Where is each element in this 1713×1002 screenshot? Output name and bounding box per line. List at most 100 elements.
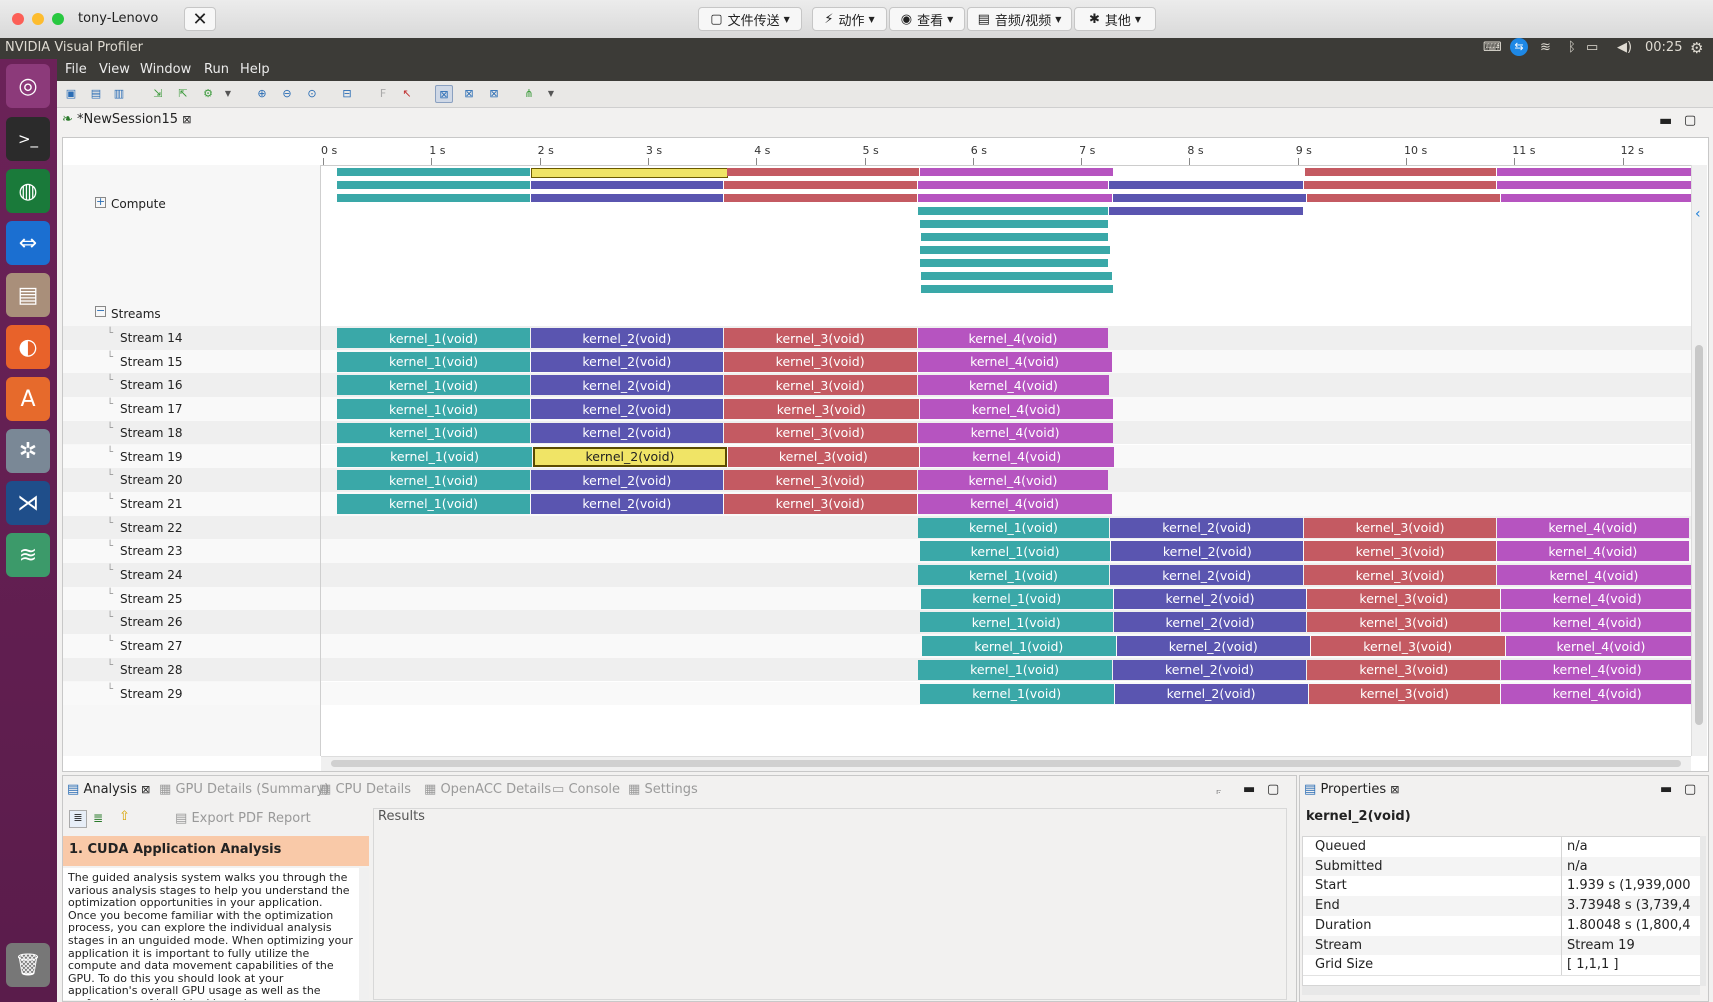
other-button[interactable]: ✱ 其他 ▼ <box>1074 7 1156 31</box>
unguided-mode-icon[interactable]: ≣ <box>93 811 103 825</box>
stream-row-label[interactable]: └ Stream 14 <box>63 326 320 350</box>
maximize-panel-button[interactable]: ▢ <box>1267 782 1279 797</box>
vscode-icon[interactable]: ⋊ <box>6 481 50 525</box>
chevron-down-icon[interactable]: ▼ <box>543 85 559 101</box>
kernel-bar[interactable]: kernel_1(void) <box>337 351 530 372</box>
save-icon[interactable]: ▤ <box>88 85 104 101</box>
tab-cpu-details[interactable]: ▦ CPU Details <box>319 782 411 797</box>
time-ruler[interactable]: 0 s 1 s 2 s 3 s 4 s 5 s 6 s 7 s 8 s 9 s 10 s 11 s 12… <box>321 138 1691 166</box>
analysis-section-title[interactable]: 1. CUDA Application Analysis <box>63 836 369 866</box>
kernel-bar[interactable]: kernel_4(void) <box>917 375 1110 396</box>
compute-kernel-bar[interactable] <box>726 168 919 176</box>
volume-icon[interactable]: ◀) <box>1617 40 1632 55</box>
kernel-bar[interactable]: kernel_3(void) <box>1307 588 1501 609</box>
actions-button[interactable]: ⚡ 动作 ▼ <box>812 7 887 31</box>
compute-kernel-bar[interactable] <box>917 181 1109 189</box>
up-arrow-icon[interactable]: ⇧ <box>119 809 130 824</box>
compute-kernel-bar[interactable] <box>1112 194 1307 202</box>
compute-kernel-bar[interactable] <box>723 181 917 189</box>
zoom-fit-icon[interactable]: ⊙ <box>304 85 320 101</box>
expand-icon[interactable]: + <box>95 196 106 208</box>
stream-row-label[interactable]: └ Stream 18 <box>63 420 320 445</box>
compute-kernel-bar[interactable] <box>917 194 1112 202</box>
ubuntu-dash-icon[interactable]: ◎ <box>6 64 50 108</box>
stream-row-label[interactable]: └ Stream 27 <box>63 634 320 658</box>
kernel-bar[interactable]: kernel_1(void) <box>337 493 530 514</box>
timeline-tracks[interactable]: kernel_1(void) kernel_2(void) kernel_3(voi… <box>321 165 1691 756</box>
export-icon[interactable]: ⇱ <box>175 85 191 101</box>
kernel-bar[interactable]: kernel_1(void) <box>337 375 530 396</box>
timeline-mode3-icon[interactable]: ⊠ <box>486 85 502 101</box>
maximize-panel-button[interactable]: ▢ <box>1684 782 1696 797</box>
compute-kernel-bar[interactable] <box>1109 207 1304 215</box>
stream-row-label[interactable]: └ Stream 24 <box>63 563 320 587</box>
kernel-bar[interactable]: kernel_4(void) <box>919 399 1113 420</box>
timeline-mode-icon[interactable]: ⊠ <box>435 85 453 103</box>
kernel-bar[interactable]: kernel_2(void) <box>530 351 723 372</box>
trash-icon[interactable]: 🗑 <box>6 943 50 987</box>
run-profile-icon[interactable]: ⚙ <box>200 85 216 101</box>
software-center-icon[interactable]: A <box>6 377 50 421</box>
kernel-bar[interactable]: kernel_4(void) <box>1501 683 1691 704</box>
compute-kernel-bar[interactable] <box>530 181 723 189</box>
property-row[interactable]: Duration 1.80048 s (1,800,4 <box>1303 915 1701 937</box>
minimize-panel-button[interactable]: ▬ <box>1660 782 1672 797</box>
vertical-scrollbar[interactable] <box>1691 165 1707 756</box>
timeline-mode2-icon[interactable]: ⊠ <box>461 85 477 101</box>
compute-kernel-bar[interactable] <box>530 168 728 178</box>
compute-kernel-bar[interactable] <box>1501 194 1691 202</box>
kernel-bar[interactable]: kernel_2(void) <box>1110 565 1304 585</box>
kernel-bar[interactable]: kernel_2(void) <box>1116 636 1310 657</box>
settings-tools-icon[interactable]: ✲ <box>6 429 50 473</box>
chevron-down-icon[interactable]: ▼ <box>220 85 236 101</box>
kernel-bar[interactable]: kernel_4(void) <box>919 446 1114 467</box>
kernel-bar[interactable]: kernel_4(void) <box>1501 588 1691 609</box>
stream-row-label[interactable]: └ Stream 20 <box>63 468 320 492</box>
keyboard-icon[interactable]: ⌨ <box>1483 40 1502 55</box>
stream-row-label[interactable]: └ Stream 17 <box>63 397 320 421</box>
kernel-bar[interactable]: kernel_1(void) <box>337 422 530 443</box>
collapse-icon[interactable]: ⊟ <box>339 85 355 101</box>
property-row[interactable]: Grid Size [ 1,1,1 ] <box>1303 955 1701 977</box>
kernel-bar[interactable]: kernel_4(void) <box>917 493 1112 514</box>
compute-kernel-bar[interactable] <box>1496 181 1691 189</box>
kernel-bar[interactable]: kernel_4(void) <box>1496 541 1689 562</box>
kernel-bar[interactable]: kernel_3(void) <box>723 399 919 420</box>
tab-session[interactable]: ❧ *NewSession15 ⊠ <box>62 112 191 136</box>
filter-disabled-icon[interactable]: F <box>375 85 391 101</box>
compute-kernel-bar[interactable] <box>919 220 1109 228</box>
tab-console[interactable]: ▭ Console <box>552 782 620 797</box>
close-icon[interactable]: ⊠ <box>141 783 150 796</box>
kernel-bar[interactable]: kernel_2(void) <box>530 470 723 491</box>
export-pdf-button[interactable]: ▤ Export PDF Report <box>175 811 311 826</box>
firefox-icon[interactable]: ◐ <box>6 325 50 369</box>
kernel-bar[interactable]: kernel_2(void) <box>530 399 723 420</box>
tree-node-streams[interactable]: − Streams <box>63 302 320 328</box>
collapse-side-arrow-icon[interactable]: ‹ <box>1695 206 1701 222</box>
property-row[interactable]: Queued n/a <box>1303 837 1701 858</box>
kernel-bar[interactable]: kernel_3(void) <box>1307 659 1501 680</box>
kernel-bar[interactable]: kernel_3(void) <box>727 446 919 467</box>
kernel-bar[interactable]: kernel_2(void) <box>530 493 723 514</box>
kernel-bar[interactable]: kernel_2(void) <box>1112 659 1307 680</box>
menu-help[interactable]: Help <box>240 62 270 77</box>
stream-row-label[interactable]: └ Stream 28 <box>63 657 320 682</box>
compute-kernel-bar[interactable] <box>917 207 1109 215</box>
compute-kernel-bar[interactable] <box>920 233 1109 241</box>
property-row[interactable]: Stream Stream 19 <box>1303 935 1701 957</box>
horizontal-scrollbar[interactable] <box>321 756 1691 771</box>
kernel-bar[interactable]: kernel_2(void) <box>1113 588 1307 609</box>
kernel-bar[interactable]: kernel_4(void) <box>917 470 1109 491</box>
kernel-bar[interactable]: kernel_3(void) <box>723 470 917 491</box>
compute-kernel-bar[interactable] <box>1304 181 1496 189</box>
kernel-bar[interactable]: kernel_4(void) <box>1496 565 1691 585</box>
teamviewer-launcher-icon[interactable]: ⇔ <box>6 221 50 265</box>
stream-row-label[interactable]: └ Stream 21 <box>63 491 320 516</box>
wifi-icon[interactable]: ≋ <box>1540 40 1551 55</box>
pin-icon[interactable]: ⟔ <box>1216 783 1222 798</box>
kernel-bar[interactable]: kernel_4(void) <box>1505 636 1691 657</box>
kernel-bar[interactable]: kernel_2(void) <box>1113 612 1307 633</box>
kernel-bar[interactable]: kernel_1(void) <box>337 470 530 491</box>
guided-mode-icon[interactable]: ≣ <box>69 810 87 828</box>
kernel-bar[interactable]: kernel_1(void) <box>919 683 1114 704</box>
